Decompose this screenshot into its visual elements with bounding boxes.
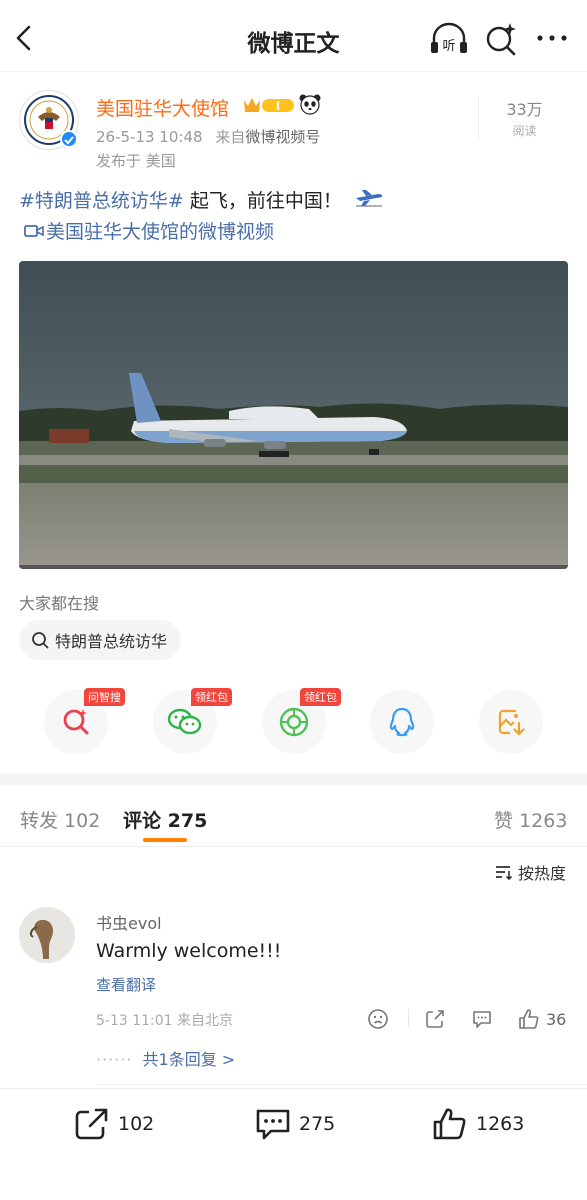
tab-comment[interactable]: 评论 275 xyxy=(123,806,207,833)
share-row: 问智搜 领红包 领红包 xyxy=(0,688,587,758)
tab-repost[interactable]: 转发 102 xyxy=(20,806,100,833)
listen-label: 听 xyxy=(442,39,455,54)
post-text: 起飞，前往中国！ xyxy=(183,190,342,212)
replies-dots: ······ xyxy=(96,1050,133,1069)
trending-search-chip[interactable]: 特朗普总统访华 xyxy=(19,620,182,660)
sad-face-icon xyxy=(368,1009,388,1029)
thumbs-up-icon xyxy=(433,1108,466,1140)
verified-badge-icon xyxy=(60,130,78,148)
comment-like-count: 36 xyxy=(546,1009,567,1029)
active-tab-indicator xyxy=(143,838,187,842)
tab-like[interactable]: 赞 1263 xyxy=(494,806,567,833)
tab-comment-count: 275 xyxy=(167,810,208,832)
sort-label: 按热度 xyxy=(518,864,567,883)
bottom-like-count: 1263 xyxy=(476,1113,525,1135)
comment-dislike-button[interactable] xyxy=(367,1006,389,1032)
bottom-action-bar: 102 275 1263 xyxy=(0,1088,587,1200)
bottom-like-button[interactable]: 1263 xyxy=(432,1107,524,1141)
share-icon xyxy=(426,1010,444,1028)
qq-share-button[interactable] xyxy=(370,690,434,754)
top-nav-bar: 微博正文 听 xyxy=(0,0,587,72)
comment-icon xyxy=(256,1109,290,1140)
video-thumbnail xyxy=(19,261,568,569)
commenter-avatar[interactable] xyxy=(19,907,75,963)
post-hashtag[interactable]: #特朗普总统访华# xyxy=(19,190,184,212)
bottom-repost-button[interactable]: 102 xyxy=(74,1107,154,1141)
save-image-icon xyxy=(498,709,525,736)
search-icon xyxy=(32,632,49,649)
repost-icon xyxy=(75,1108,108,1140)
replies-text: 共1条回复 > xyxy=(142,1050,236,1069)
commenter-name[interactable]: 书虫evol xyxy=(96,910,162,934)
video-link[interactable]: 美国驻华大使馆的微博视频 xyxy=(24,217,274,248)
sort-icon xyxy=(496,866,513,881)
tabs-divider xyxy=(0,846,587,847)
airplane-emoji-icon xyxy=(354,186,384,217)
moments-icon xyxy=(279,707,309,737)
share-tag-wechat: 领红包 xyxy=(191,688,232,706)
bottom-repost-count: 102 xyxy=(118,1113,155,1135)
author-name[interactable]: 美国驻华大使馆 xyxy=(96,94,229,121)
member-level-badge[interactable]: I xyxy=(242,94,296,116)
comment-icon xyxy=(473,1011,491,1028)
comment-divider xyxy=(96,1084,587,1085)
post-source-link[interactable]: 微博视频号 xyxy=(245,128,320,146)
ask-search-button[interactable]: 问智搜 xyxy=(44,688,125,754)
post-location: 发布于 美国 xyxy=(96,152,176,170)
video-link-text: 美国驻华大使馆的微博视频 xyxy=(46,221,275,243)
ai-search-icon[interactable] xyxy=(483,20,519,58)
view-replies-link[interactable]: ······ 共1条回复 > xyxy=(96,1046,235,1070)
bottom-comment-button[interactable]: 275 xyxy=(255,1107,335,1141)
panda-badge-icon[interactable] xyxy=(298,92,322,116)
read-count-number: 33万 xyxy=(506,100,543,119)
post-body: #特朗普总统访华# 起飞，前往中国！ xyxy=(19,186,569,217)
comment-text: Warmly welcome!!! xyxy=(96,940,282,962)
tab-repost-label: 转发 xyxy=(20,810,59,832)
wechat-icon xyxy=(167,708,202,735)
read-count: 33万 阅读 xyxy=(478,96,570,139)
sort-button[interactable]: 按热度 xyxy=(494,860,566,884)
translate-link[interactable]: 查看翻译 xyxy=(96,974,156,995)
save-image-button[interactable] xyxy=(479,690,543,754)
tab-comment-label: 评论 xyxy=(123,810,162,832)
video-camera-icon xyxy=(24,218,44,248)
share-tag-ask-search: 问智搜 xyxy=(84,688,125,706)
qq-icon xyxy=(389,707,415,737)
more-options-icon[interactable] xyxy=(532,22,572,54)
action-separator xyxy=(408,1009,409,1027)
video-player[interactable] xyxy=(19,261,568,569)
bottom-comment-count: 275 xyxy=(299,1113,336,1135)
trending-search-text: 特朗普总统访华 xyxy=(55,632,168,651)
comment-share-button[interactable] xyxy=(424,1006,446,1032)
read-count-label: 阅读 xyxy=(512,124,537,138)
trending-search-title: 大家都在搜 xyxy=(19,594,100,613)
tab-repost-count: 102 xyxy=(64,810,101,832)
tab-like-label: 赞 xyxy=(494,810,514,832)
listen-button[interactable]: 听 xyxy=(428,20,470,58)
source-prefix: 来自 xyxy=(215,128,246,146)
post-meta: 26-5-13 10:48 来自微博视频号 xyxy=(96,126,320,147)
comment-reply-button[interactable] xyxy=(471,1006,493,1032)
share-tag-moments: 领红包 xyxy=(300,688,341,706)
section-divider xyxy=(0,773,587,785)
tab-like-count: 1263 xyxy=(519,810,568,832)
wechat-share-button[interactable]: 领红包 xyxy=(153,688,232,754)
thumbs-up-icon xyxy=(519,1009,539,1029)
member-level-text: I xyxy=(275,100,280,113)
post-timestamp: 26-5-13 10:48 xyxy=(96,128,203,146)
comment-like-button[interactable]: 36 xyxy=(518,1006,566,1032)
moments-share-button[interactable]: 领红包 xyxy=(262,688,341,754)
ask-search-icon xyxy=(63,709,89,735)
comment-meta: 5-13 11:01 来自北京 xyxy=(96,1013,234,1029)
